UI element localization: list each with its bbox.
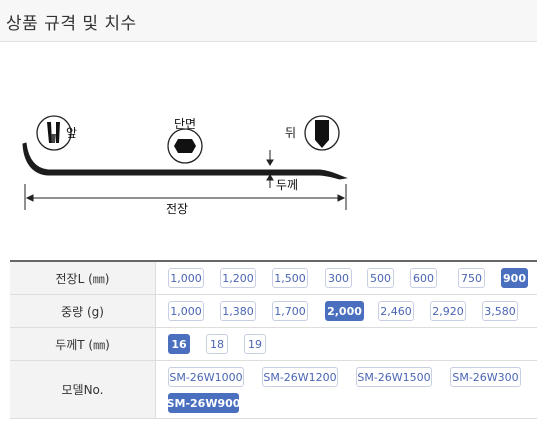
section-detail-icon — [167, 128, 203, 164]
option-length-1200[interactable]: 1,200 — [220, 268, 256, 288]
option-weight-2920[interactable]: 2,920 — [430, 301, 466, 321]
back-detail-icon — [304, 115, 340, 151]
product-diagram: 앞 단면 뒤 두께 전장 — [0, 42, 537, 257]
option-model-1200[interactable]: SM-26W1200 — [262, 367, 338, 387]
page-header: 상품 규격 및 치수 — [0, 0, 537, 42]
option-thickness-19[interactable]: 19 — [244, 334, 266, 354]
spec-row-thickness: 두께T (㎜) 16 18 19 — [10, 328, 537, 361]
option-model-300[interactable]: SM-26W300 — [450, 367, 521, 387]
option-model-900[interactable]: SM-26W900 — [167, 393, 240, 413]
crowbar-drawing — [22, 115, 348, 210]
length-label: 전장 — [166, 202, 189, 216]
weight-options: 1,000 1,380 1,700 2,000 2,460 2,920 3,58… — [168, 295, 537, 327]
option-length-900[interactable]: 900 — [501, 268, 528, 288]
spec-label-model: 모델No. — [10, 361, 156, 418]
option-weight-1700[interactable]: 1,700 — [272, 301, 308, 321]
section-label: 단면 — [174, 117, 197, 131]
option-weight-2000[interactable]: 2,000 — [325, 301, 364, 321]
thickness-options: 16 18 19 — [168, 328, 537, 360]
option-length-1500[interactable]: 1,500 — [272, 268, 308, 288]
spec-label-weight: 중량 (g) — [10, 295, 156, 327]
option-weight-2460[interactable]: 2,460 — [378, 301, 414, 321]
thickness-arrows — [266, 150, 274, 188]
option-model-1500[interactable]: SM-26W1500 — [356, 367, 432, 387]
option-weight-3580[interactable]: 3,580 — [482, 301, 518, 321]
spec-row-model: 모델No. SM-26W1000 SM-26W1200 SM-26W1500 S… — [10, 361, 537, 419]
model-options: SM-26W1000 SM-26W1200 SM-26W1500 SM-26W3… — [167, 361, 537, 418]
spec-row-weight: 중량 (g) 1,000 1,380 1,700 2,000 2,460 2,9… — [10, 295, 537, 328]
front-label: 앞 — [66, 126, 78, 140]
option-thickness-16[interactable]: 16 — [168, 334, 190, 354]
spec-label-length: 전장L (㎜) — [10, 262, 156, 294]
spec-label-thickness: 두께T (㎜) — [10, 328, 156, 360]
option-length-1000[interactable]: 1,000 — [168, 268, 204, 288]
option-model-1000[interactable]: SM-26W1000 — [168, 367, 244, 387]
option-weight-1000[interactable]: 1,000 — [168, 301, 204, 321]
option-length-750[interactable]: 750 — [458, 268, 485, 288]
length-options: 1,000 1,200 1,500 300 500 600 750 900 — [168, 262, 537, 294]
spec-row-length: 전장L (㎜) 1,000 1,200 1,500 300 500 600 75… — [10, 262, 537, 295]
back-label: 뒤 — [285, 126, 297, 140]
option-length-500[interactable]: 500 — [367, 268, 394, 288]
page-title: 상품 규격 및 치수 — [6, 14, 137, 34]
option-weight-1380[interactable]: 1,380 — [220, 301, 256, 321]
option-length-300[interactable]: 300 — [325, 268, 352, 288]
thickness-label: 두께 — [276, 178, 299, 192]
spec-table: 전장L (㎜) 1,000 1,200 1,500 300 500 600 75… — [10, 260, 537, 419]
option-length-600[interactable]: 600 — [410, 268, 437, 288]
option-thickness-18[interactable]: 18 — [206, 334, 228, 354]
